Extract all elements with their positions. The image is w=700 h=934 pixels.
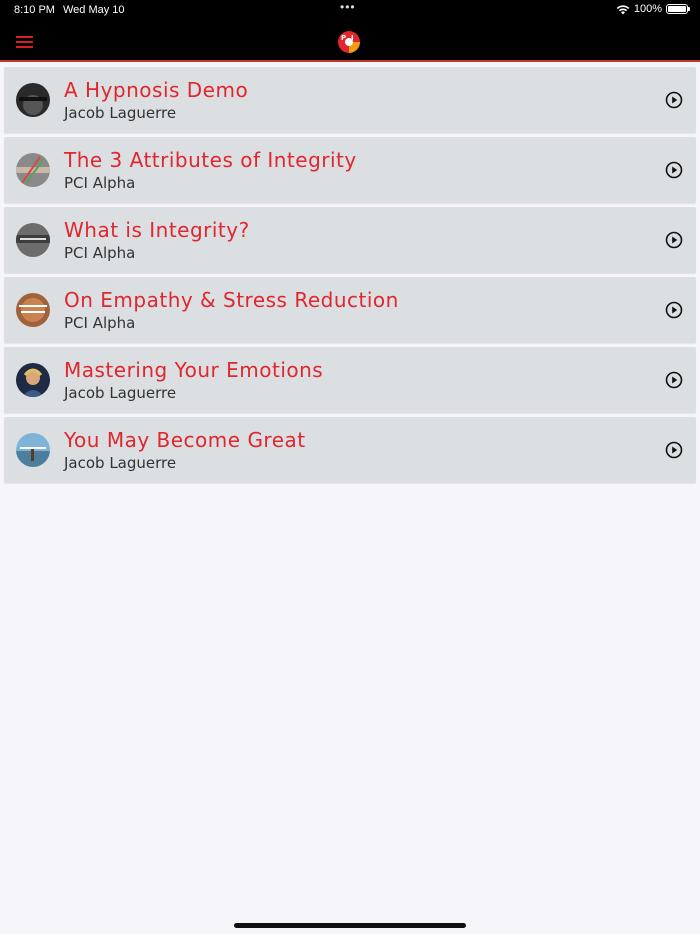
list-item[interactable]: You May Become Great Jacob Laguerre [4, 417, 696, 483]
play-icon[interactable] [665, 91, 683, 109]
item-author: Jacob Laguerre [64, 104, 177, 122]
battery-icon [666, 4, 690, 14]
thumbnail-image [16, 83, 50, 117]
item-title: The 3 Attributes of Integrity [64, 148, 357, 172]
hamburger-menu-icon[interactable] [16, 36, 33, 48]
status-time: 8:10 PM [14, 4, 55, 16]
pci-logo-icon[interactable]: P I [337, 30, 361, 54]
multitasking-dots-icon[interactable]: ••• [340, 0, 356, 14]
list-item[interactable]: What is Integrity? PCI Alpha [4, 207, 696, 273]
svg-text:I: I [351, 34, 354, 42]
item-title: On Empathy & Stress Reduction [64, 288, 399, 312]
thumbnail-image [16, 293, 50, 327]
list-item[interactable]: The 3 Attributes of Integrity PCI Alpha [4, 137, 696, 203]
play-icon[interactable] [665, 441, 683, 459]
thumbnail-image [16, 433, 50, 467]
thumbnail-image [16, 153, 50, 187]
item-author: PCI Alpha [64, 174, 136, 192]
play-icon[interactable] [665, 161, 683, 179]
item-author: PCI Alpha [64, 314, 136, 332]
play-icon[interactable] [665, 371, 683, 389]
list-item[interactable]: A Hypnosis Demo Jacob Laguerre [4, 67, 696, 133]
status-indicators: 100% [616, 3, 690, 15]
thumbnail-image [16, 363, 50, 397]
home-indicator[interactable] [234, 923, 466, 928]
nav-bar: P I [0, 22, 700, 62]
wifi-icon [616, 4, 630, 14]
item-title: Mastering Your Emotions [64, 358, 324, 382]
svg-text:P: P [341, 34, 346, 42]
list-item[interactable]: On Empathy & Stress Reduction PCI Alpha [4, 277, 696, 343]
item-title: A Hypnosis Demo [64, 78, 249, 102]
item-title: What is Integrity? [64, 218, 250, 242]
list-item[interactable]: Mastering Your Emotions Jacob Laguerre [4, 347, 696, 413]
media-list: A Hypnosis Demo Jacob Laguerre The 3 Att… [4, 67, 696, 487]
play-icon[interactable] [665, 231, 683, 249]
play-icon[interactable] [665, 301, 683, 319]
thumbnail-image [16, 223, 50, 257]
item-title: You May Become Great [64, 428, 306, 452]
status-bar: 8:10 PM Wed May 10 ••• 100% [0, 0, 700, 22]
battery-percent: 100% [633, 3, 662, 15]
item-author: Jacob Laguerre [64, 384, 177, 402]
item-author: Jacob Laguerre [64, 454, 177, 472]
status-date: Wed May 10 [63, 4, 125, 16]
item-author: PCI Alpha [64, 244, 136, 262]
